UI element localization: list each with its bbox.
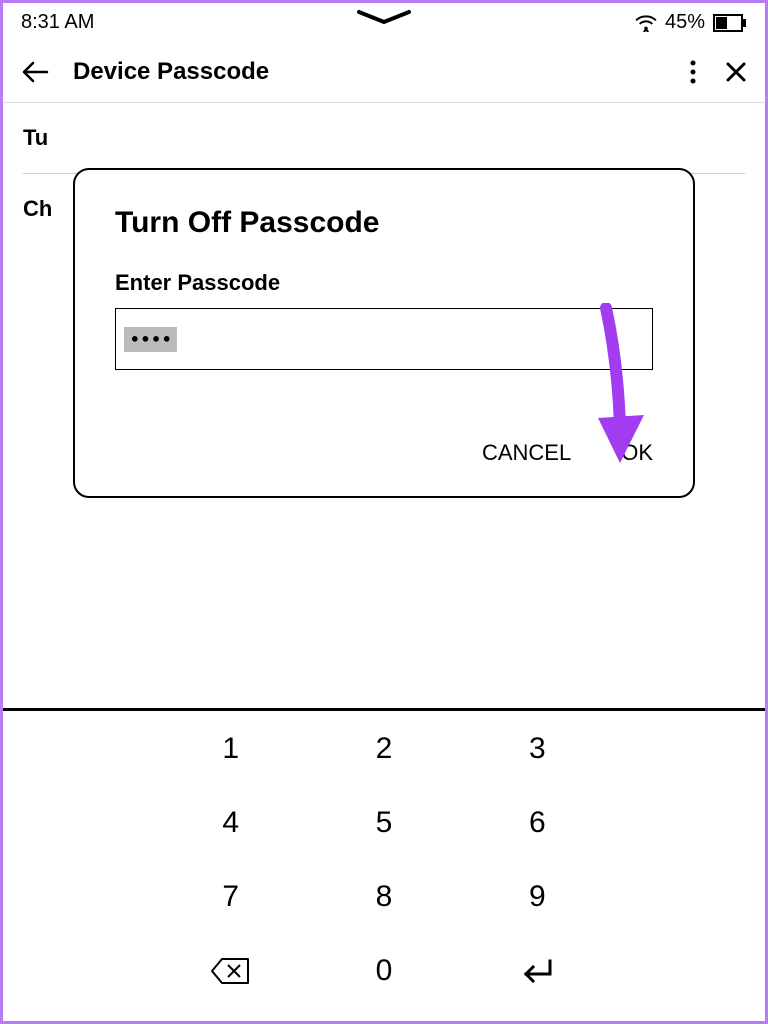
passcode-label: Enter Passcode xyxy=(115,270,653,296)
passcode-masked-value: •••• xyxy=(124,327,177,352)
numeric-keypad: 1 2 3 4 5 6 7 8 9 0 xyxy=(3,708,765,1021)
status-time: 8:31 AM xyxy=(21,11,94,34)
page-header: Device Passcode xyxy=(3,42,765,103)
backspace-icon xyxy=(210,957,252,985)
passcode-input[interactable]: •••• xyxy=(115,308,653,370)
drag-handle-icon xyxy=(354,8,414,26)
list-item-label: Ch xyxy=(23,196,52,221)
keypad-enter[interactable] xyxy=(461,951,614,991)
keypad-key-9[interactable]: 9 xyxy=(461,877,614,917)
page-title: Device Passcode xyxy=(73,58,665,86)
keypad-key-0[interactable]: 0 xyxy=(307,951,460,991)
keypad-key-8[interactable]: 8 xyxy=(307,877,460,917)
keypad-backspace[interactable] xyxy=(154,951,307,991)
wifi-icon xyxy=(635,14,657,32)
battery-icon xyxy=(713,14,747,32)
keypad-key-3[interactable]: 3 xyxy=(461,729,614,769)
battery-percent: 45% xyxy=(665,11,705,34)
list-item[interactable]: Tu xyxy=(23,103,745,174)
back-icon[interactable] xyxy=(21,60,49,84)
keypad-key-7[interactable]: 7 xyxy=(154,877,307,917)
turn-off-passcode-dialog: Turn Off Passcode Enter Passcode •••• CA… xyxy=(73,168,695,498)
cancel-button[interactable]: CANCEL xyxy=(482,440,571,466)
enter-icon xyxy=(518,958,556,984)
close-icon[interactable] xyxy=(725,61,747,83)
keypad-key-2[interactable]: 2 xyxy=(307,729,460,769)
keypad-key-6[interactable]: 6 xyxy=(461,803,614,843)
keypad-key-5[interactable]: 5 xyxy=(307,803,460,843)
keypad-key-1[interactable]: 1 xyxy=(154,729,307,769)
more-icon[interactable] xyxy=(689,59,697,85)
keypad-key-4[interactable]: 4 xyxy=(154,803,307,843)
list-item-label: Tu xyxy=(23,125,48,150)
dialog-title: Turn Off Passcode xyxy=(115,206,653,240)
ok-button[interactable]: OK xyxy=(621,440,653,466)
